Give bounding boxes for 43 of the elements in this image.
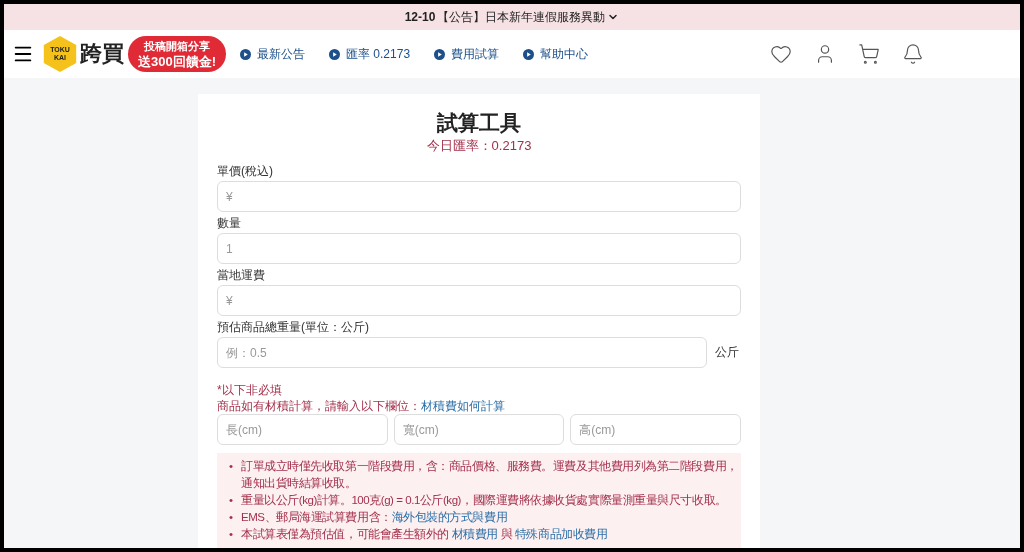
nav-link[interactable]: 費用試算 xyxy=(434,45,500,63)
note-text: 重量以公斤(kg)計算。100克(g) = 0.1公斤(kg)，國際運費將依據收貨處實際量測重量與尺寸收取。 xyxy=(241,493,728,508)
dimension-field[interactable]: 寬(cm) xyxy=(393,414,565,445)
bullet: • xyxy=(229,510,234,525)
input-field[interactable]: 例：0.5 xyxy=(217,337,707,368)
bullet: • xyxy=(229,527,234,542)
nav-link[interactable]: 幫助中心 xyxy=(523,45,589,63)
field-label: 當地運費 xyxy=(217,267,266,283)
help-link[interactable]: 特殊商品加收費用 xyxy=(514,528,608,540)
play-icon xyxy=(329,48,341,60)
logo-wordmark[interactable]: 跨買 xyxy=(80,39,124,69)
nav-link[interactable]: 最新公告 xyxy=(240,45,306,63)
promo-banner[interactable]: 投稿開箱分享 送300回饋金! xyxy=(128,36,227,72)
help-link[interactable]: 海外包裝的方式與費用 xyxy=(391,511,508,523)
volume-hint: 商品如有材積計算，請輸入以下欄位：材積費如何計算 xyxy=(217,398,506,414)
page-title: 試算工具 xyxy=(436,110,522,136)
note-text: 訂單成立時僅先收取第一階段費用，含：商品價格、服務費。運費及其他費用列為第二階段費用，通知出貨時結算收取。 xyxy=(241,459,739,491)
heart-icon[interactable] xyxy=(770,43,792,65)
bullet: • xyxy=(229,459,234,474)
input-field[interactable]: ¥ xyxy=(217,181,741,212)
input-field[interactable]: 1 xyxy=(217,233,741,264)
dimension-field[interactable]: 高(cm) xyxy=(570,414,741,445)
dimension-field[interactable]: 長(cm) xyxy=(217,414,388,445)
input-field[interactable]: ¥ xyxy=(217,285,741,316)
unit-label: 公斤 xyxy=(715,344,740,361)
field-label: 單價(稅込) xyxy=(217,163,274,179)
play-icon xyxy=(240,48,252,60)
announcement-text[interactable]: 【公告】日本新年連假服務異動 xyxy=(437,8,606,26)
nav-link[interactable]: 匯率 0.2173 xyxy=(329,45,411,63)
bullet: • xyxy=(229,493,234,508)
play-icon xyxy=(434,48,446,60)
field-label: 預估商品總重量(單位：公斤) xyxy=(217,319,370,335)
help-link[interactable]: 材積費用 xyxy=(451,528,498,540)
field-label: 數量 xyxy=(217,215,242,231)
note-text: 本試算表僅為預估值，可能會產生額外的 材積費用 與 特殊商品加收費用 xyxy=(241,527,609,542)
help-link[interactable]: 材積費如何計算 xyxy=(421,399,505,413)
play-icon xyxy=(523,48,535,60)
exchange-rate: 今日匯率：0.2173 xyxy=(425,138,533,154)
note-text: EMS、郵局海運試算費用含：海外包裝的方式與費用 xyxy=(241,510,509,525)
optional-note: *以下非必填 xyxy=(217,382,283,398)
announcement-date[interactable]: 12-10 xyxy=(404,10,436,24)
cart-icon[interactable] xyxy=(858,43,880,65)
bell-icon[interactable] xyxy=(902,43,924,65)
